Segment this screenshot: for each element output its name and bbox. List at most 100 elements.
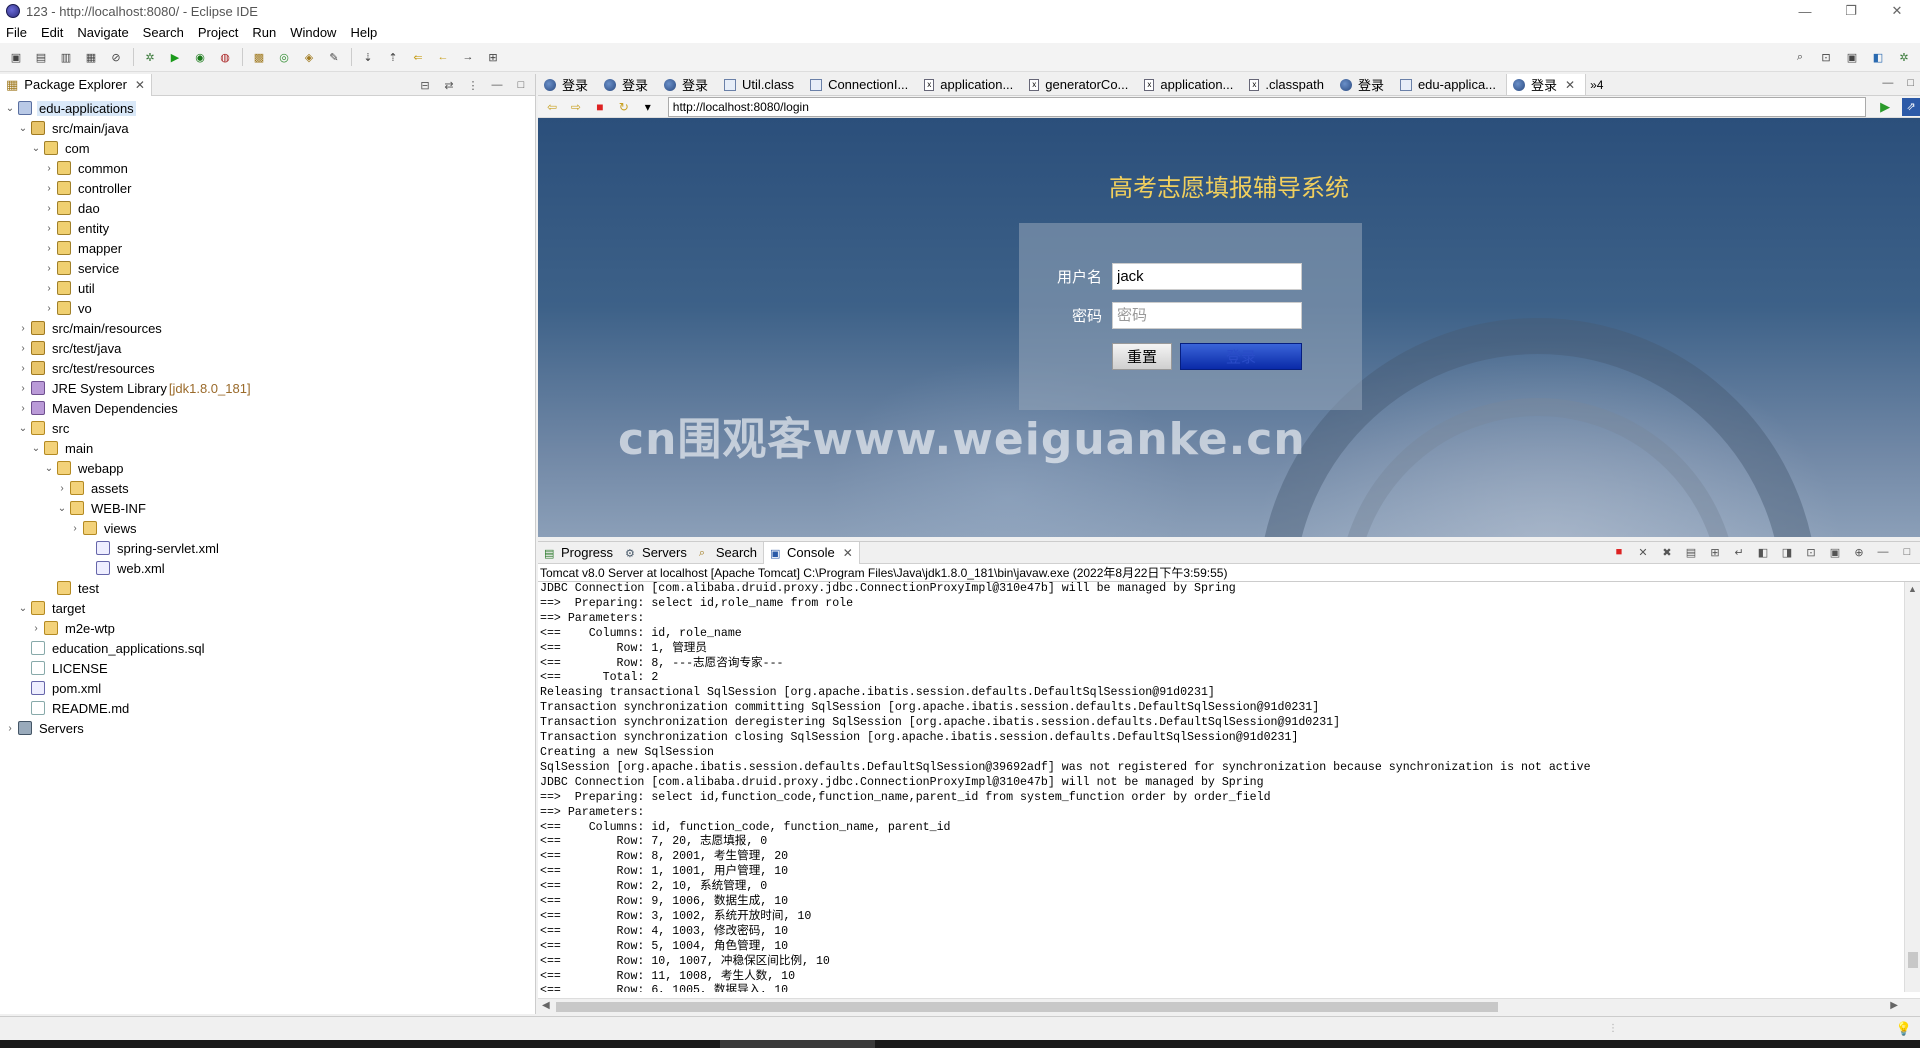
editor-tab[interactable]: edu-applica...: [1394, 74, 1506, 95]
menu-search[interactable]: Search: [143, 25, 184, 40]
clear-console-icon[interactable]: ▤: [1684, 546, 1698, 559]
show-stdout-icon[interactable]: ◧: [1756, 546, 1770, 559]
reset-button[interactable]: 重置: [1112, 343, 1172, 370]
collapsed-chevron-icon[interactable]: ›: [43, 243, 55, 254]
forward-icon[interactable]: →: [460, 49, 476, 65]
tree-item[interactable]: ⌄ com: [0, 138, 535, 158]
tree-item[interactable]: ⌄ WEB-INF: [0, 498, 535, 518]
collapsed-chevron-icon[interactable]: ›: [43, 223, 55, 234]
show-stderr-icon[interactable]: ◨: [1780, 546, 1794, 559]
editor-tab[interactable]: 登录 ✕: [1506, 74, 1587, 95]
editor-tab[interactable]: x .classpath: [1243, 74, 1334, 95]
menu-run[interactable]: Run: [252, 25, 276, 40]
minimize-view-icon[interactable]: —: [489, 77, 505, 93]
tree-item[interactable]: › src/test/resources: [0, 358, 535, 378]
tree-item[interactable]: › util: [0, 278, 535, 298]
menu-navigate[interactable]: Navigate: [77, 25, 128, 40]
maximize-console-icon[interactable]: □: [1900, 546, 1914, 559]
terminal-icon[interactable]: ▦: [83, 49, 99, 65]
tree-item[interactable]: spring-servlet.xml: [0, 538, 535, 558]
lightbulb-icon[interactable]: 💡: [1896, 1021, 1912, 1037]
editor-tab[interactable]: ConnectionI...: [804, 74, 918, 95]
scroll-up-icon[interactable]: ▲: [1908, 584, 1917, 594]
url-input[interactable]: [667, 96, 1867, 117]
debug-perspective-icon[interactable]: ✲: [1896, 49, 1912, 65]
tree-item[interactable]: › vo: [0, 298, 535, 318]
collapsed-chevron-icon[interactable]: ›: [43, 183, 55, 194]
open-perspective-icon[interactable]: ⊡: [1818, 49, 1834, 65]
scroll-right-icon[interactable]: ▶: [1890, 1000, 1898, 1011]
new-icon[interactable]: ▣: [8, 49, 24, 65]
tree-item[interactable]: › m2e-wtp: [0, 618, 535, 638]
tab-servers[interactable]: ⚙ Servers: [619, 542, 693, 564]
menu-project[interactable]: Project: [198, 25, 238, 40]
browser-back-icon[interactable]: ⇦: [544, 99, 560, 115]
pin-console-icon[interactable]: ⊡: [1804, 546, 1818, 559]
browser-dropdown-icon[interactable]: ▾: [640, 99, 656, 115]
new-package-icon[interactable]: ▩: [251, 49, 267, 65]
expanded-chevron-icon[interactable]: ⌄: [17, 423, 29, 434]
tree-item[interactable]: › views: [0, 518, 535, 538]
tree-item[interactable]: › common: [0, 158, 535, 178]
editor-tab[interactable]: 登录: [658, 74, 718, 95]
editor-tab[interactable]: x application...: [1138, 74, 1243, 95]
expanded-chevron-icon[interactable]: ⌄: [30, 143, 42, 154]
tree-item[interactable]: web.xml: [0, 558, 535, 578]
editor-tab[interactable]: 登录: [538, 74, 598, 95]
editor-tabs-overflow[interactable]: »4: [1590, 78, 1603, 92]
tree-item[interactable]: › src/test/java: [0, 338, 535, 358]
tree-item[interactable]: LICENSE: [0, 658, 535, 678]
java-perspective-icon[interactable]: ◧: [1870, 49, 1886, 65]
tab-console[interactable]: ▣ Console ✕: [763, 541, 860, 564]
collapsed-chevron-icon[interactable]: ›: [69, 523, 81, 534]
menu-window[interactable]: Window: [290, 25, 336, 40]
expanded-chevron-icon[interactable]: ⌄: [43, 463, 55, 474]
minimize-button[interactable]: —: [1782, 0, 1828, 22]
close-icon[interactable]: ✕: [843, 546, 853, 560]
external-tools-icon[interactable]: ◍: [217, 49, 233, 65]
menu-edit[interactable]: Edit: [41, 25, 63, 40]
coverage-icon[interactable]: ◉: [192, 49, 208, 65]
expanded-chevron-icon[interactable]: ⌄: [17, 123, 29, 134]
tree-item[interactable]: › entity: [0, 218, 535, 238]
tree-item[interactable]: ⌄ webapp: [0, 458, 535, 478]
collapsed-chevron-icon[interactable]: ›: [43, 203, 55, 214]
run-icon[interactable]: ▶: [167, 49, 183, 65]
prev-annotation-icon[interactable]: ⇡: [385, 49, 401, 65]
tree-item[interactable]: › Servers: [0, 718, 535, 738]
username-input[interactable]: [1112, 263, 1302, 290]
java-ee-perspective-icon[interactable]: ▣: [1844, 49, 1860, 65]
collapsed-chevron-icon[interactable]: ›: [17, 383, 29, 394]
collapsed-chevron-icon[interactable]: ›: [4, 723, 16, 734]
browser-stop-icon[interactable]: ■: [592, 99, 608, 115]
next-annotation-icon[interactable]: ⇣: [360, 49, 376, 65]
tree-item[interactable]: pom.xml: [0, 678, 535, 698]
minimize-console-icon[interactable]: —: [1876, 546, 1890, 559]
browser-refresh-icon[interactable]: ↻: [616, 99, 632, 115]
tree-item[interactable]: › mapper: [0, 238, 535, 258]
collapsed-chevron-icon[interactable]: ›: [17, 403, 29, 414]
back-icon[interactable]: ←: [435, 49, 451, 65]
collapsed-chevron-icon[interactable]: ›: [17, 323, 29, 334]
open-console-icon[interactable]: ⊕: [1852, 546, 1866, 559]
expanded-chevron-icon[interactable]: ⌄: [30, 443, 42, 454]
tree-item[interactable]: README.md: [0, 698, 535, 718]
expanded-chevron-icon[interactable]: ⌄: [56, 503, 68, 514]
expanded-chevron-icon[interactable]: ⌄: [4, 103, 16, 114]
expanded-chevron-icon[interactable]: ⌄: [17, 603, 29, 614]
maximize-button[interactable]: ❐: [1828, 0, 1874, 22]
collapsed-chevron-icon[interactable]: ›: [30, 623, 42, 634]
tree-item[interactable]: › src/main/resources: [0, 318, 535, 338]
browser-go-icon[interactable]: ▶: [1880, 99, 1890, 115]
tab-progress[interactable]: ▤ Progress: [538, 542, 619, 564]
collapsed-chevron-icon[interactable]: ›: [43, 163, 55, 174]
editor-tab[interactable]: Util.class: [718, 74, 804, 95]
maximize-editor-icon[interactable]: □: [1907, 77, 1914, 89]
skip-breakpoints-icon[interactable]: ⊘: [108, 49, 124, 65]
minimize-editor-icon[interactable]: —: [1882, 77, 1893, 89]
tree-item[interactable]: ⌄ edu-applications: [0, 98, 535, 118]
save-icon[interactable]: ▤: [33, 49, 49, 65]
tree-item[interactable]: › dao: [0, 198, 535, 218]
last-edit-icon[interactable]: ⇐: [410, 49, 426, 65]
menu-help[interactable]: Help: [350, 25, 377, 40]
